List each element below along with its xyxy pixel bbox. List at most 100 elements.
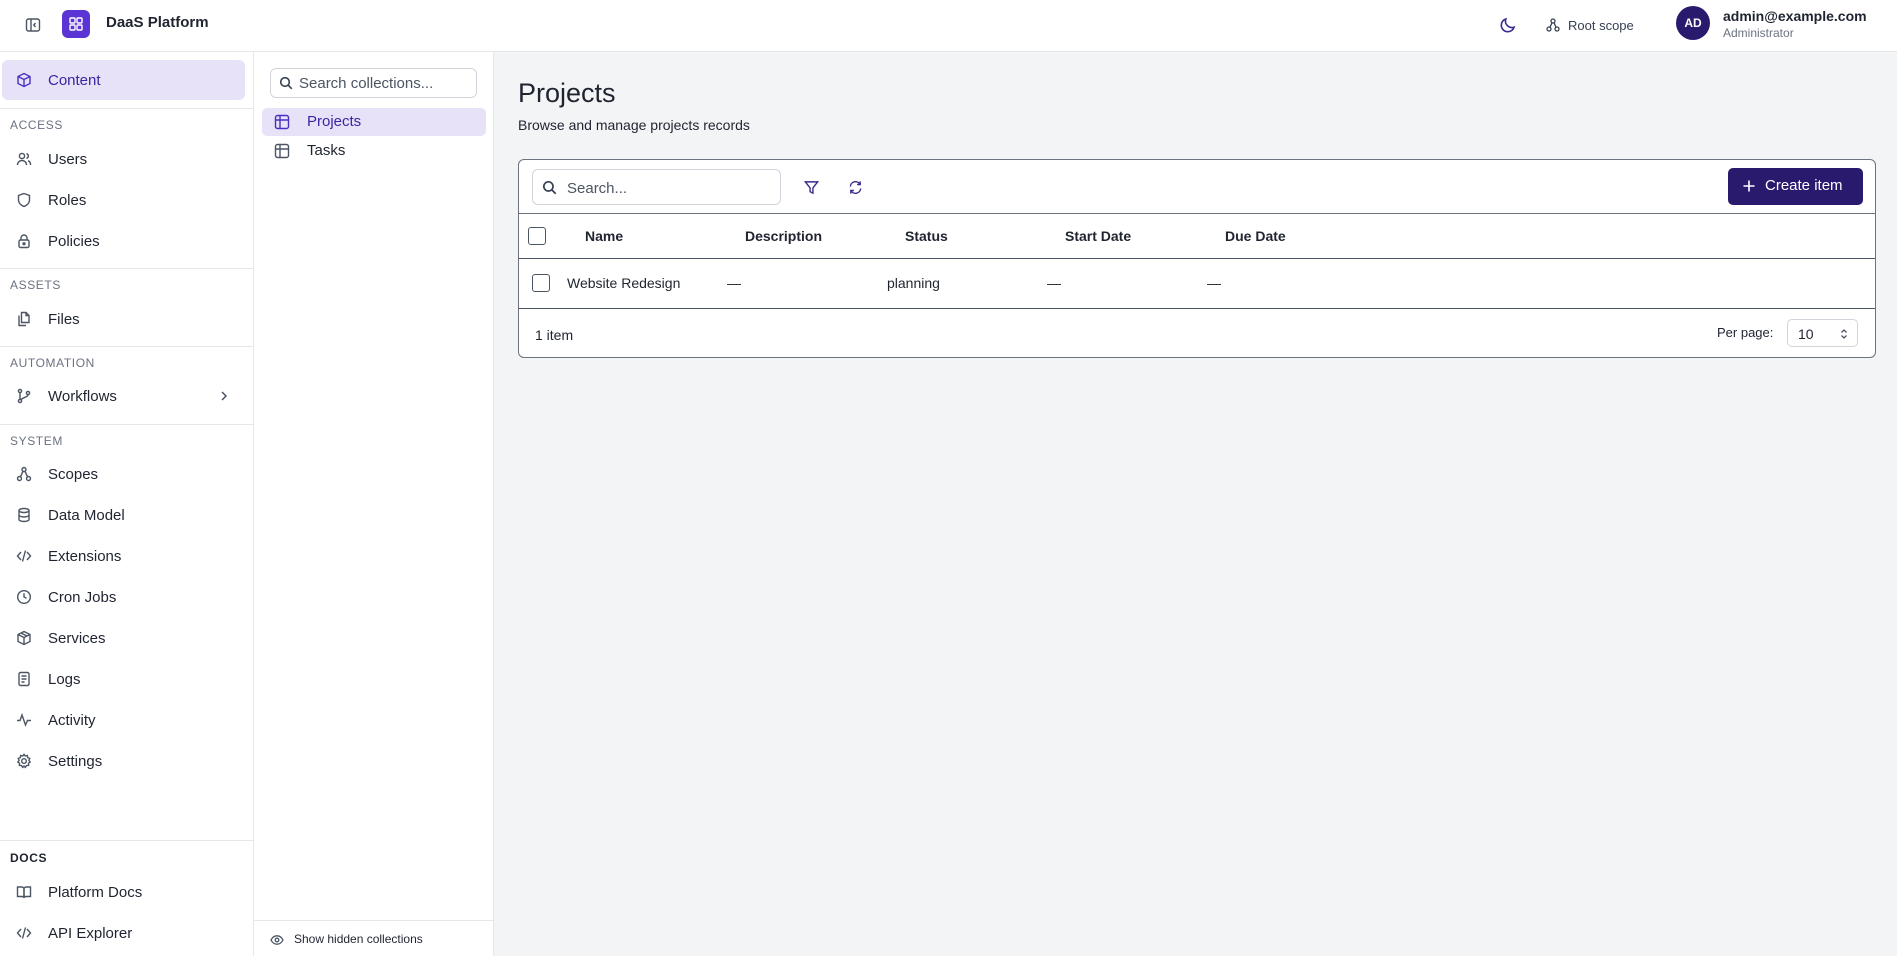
sidebar-item-label: Settings <box>48 752 103 770</box>
sidebar-item-users[interactable]: Users <box>2 139 245 179</box>
top-bar: DaaS Platform Root scope AD admin@exampl… <box>0 0 1897 52</box>
collection-item-tasks[interactable]: Tasks <box>262 137 486 165</box>
user-email: admin@example.com <box>1723 8 1867 24</box>
page-title: Projects <box>518 78 616 108</box>
theme-toggle-moon-icon[interactable] <box>1496 13 1520 37</box>
section-heading-automation: AUTOMATION <box>10 356 95 370</box>
records-table-card: Create item Name Description Status Star… <box>518 159 1876 358</box>
sidebar-item-label: Scopes <box>48 465 99 483</box>
collections-search[interactable] <box>270 68 477 98</box>
collection-item-label: Projects <box>307 113 362 130</box>
chevron-right-icon <box>217 389 231 403</box>
sidebar-item-services[interactable]: Services <box>2 618 245 658</box>
shield-icon <box>16 192 32 208</box>
column-header-description[interactable]: Description <box>745 228 822 244</box>
user-avatar[interactable]: AD <box>1676 6 1710 40</box>
sidebar-item-label: Extensions <box>48 547 122 565</box>
select-all-checkbox[interactable] <box>528 227 546 245</box>
collections-panel: Projects Tasks Show hidden collections <box>254 52 494 956</box>
scopes-icon <box>16 466 32 482</box>
app-logo-icon[interactable] <box>62 10 90 38</box>
sidebar-item-files[interactable]: Files <box>2 299 245 339</box>
clock-icon <box>16 589 32 605</box>
scope-label: Root scope <box>1568 17 1634 33</box>
sidebar-item-content[interactable]: Content <box>2 60 245 100</box>
create-item-button[interactable]: Create item <box>1728 168 1863 205</box>
sidebar-item-api-explorer[interactable]: API Explorer <box>2 913 245 953</box>
sidebar-item-label: Logs <box>48 670 81 688</box>
row-checkbox[interactable] <box>532 274 550 292</box>
gear-icon <box>16 753 32 769</box>
sidebar-item-label: Roles <box>48 191 87 209</box>
per-page-value: 10 <box>1798 326 1814 342</box>
cell-description: — <box>727 275 741 291</box>
sidebar-item-label: Cron Jobs <box>48 588 117 606</box>
column-header-name[interactable]: Name <box>585 228 623 244</box>
section-heading-docs: DOCS <box>10 851 48 865</box>
sidebar-item-logs[interactable]: Logs <box>2 659 245 699</box>
show-hidden-collections-label: Show hidden collections <box>294 932 423 946</box>
user-role: Administrator <box>1723 26 1794 40</box>
sidebar-item-scopes[interactable]: Scopes <box>2 454 245 494</box>
sidebar-item-label: Workflows <box>48 387 117 405</box>
eye-icon <box>270 933 284 947</box>
table-header: Name Description Status Start Date Due D… <box>519 213 1875 259</box>
search-icon <box>279 76 293 90</box>
collections-search-input[interactable] <box>299 73 469 93</box>
sidebar-toggle-icon[interactable] <box>22 14 44 36</box>
sidebar-item-activity[interactable]: Activity <box>2 700 245 740</box>
cell-start-date: — <box>1047 275 1061 291</box>
refresh-icon[interactable] <box>845 177 865 197</box>
activity-icon <box>16 712 32 728</box>
sidebar-item-label: API Explorer <box>48 924 133 942</box>
sidebar-item-label: Activity <box>48 711 96 729</box>
sidebar-item-platform-docs[interactable]: Platform Docs <box>2 872 245 912</box>
database-icon <box>16 507 32 523</box>
column-header-due-date[interactable]: Due Date <box>1225 228 1286 244</box>
files-icon <box>16 311 32 327</box>
cell-status: planning <box>887 275 940 291</box>
sidebar-item-settings[interactable]: Settings <box>2 741 245 781</box>
users-icon <box>16 151 32 167</box>
scope-selector[interactable]: Root scope <box>1546 13 1634 37</box>
item-count: 1 item <box>535 327 574 343</box>
per-page-label: Per page: <box>1717 325 1774 340</box>
sidebar-item-label: Platform Docs <box>48 883 143 901</box>
per-page-select[interactable]: 10 <box>1787 319 1858 347</box>
sidebar-item-label: Content <box>48 71 101 89</box>
app-title: DaaS Platform <box>106 14 209 31</box>
records-search[interactable] <box>532 169 781 205</box>
sidebar-item-policies[interactable]: Policies <box>2 221 245 261</box>
collection-item-projects[interactable]: Projects <box>262 108 486 136</box>
section-heading-access: ACCESS <box>10 118 63 132</box>
sidebar-item-label: Services <box>48 629 106 647</box>
box-icon <box>16 72 32 88</box>
sidebar-item-extensions[interactable]: Extensions <box>2 536 245 576</box>
lock-icon <box>16 233 32 249</box>
cell-name: Website Redesign <box>567 275 681 291</box>
divider <box>0 840 253 841</box>
cell-due-date: — <box>1207 275 1221 291</box>
git-branch-icon <box>16 388 32 404</box>
show-hidden-collections-button[interactable]: Show hidden collections <box>254 920 494 956</box>
sidebar-item-label: Policies <box>48 232 100 250</box>
sidebar-item-workflows[interactable]: Workflows <box>2 376 245 416</box>
column-header-start-date[interactable]: Start Date <box>1065 228 1131 244</box>
sidebar-item-label: Data Model <box>48 506 125 524</box>
scope-icon <box>1546 18 1560 32</box>
code-icon <box>16 548 32 564</box>
document-icon <box>16 671 32 687</box>
page-subtitle: Browse and manage projects records <box>518 117 750 133</box>
table-row[interactable]: Website Redesign — planning — — <box>519 259 1875 309</box>
create-item-label: Create item <box>1765 177 1843 194</box>
sidebar-item-cron-jobs[interactable]: Cron Jobs <box>2 577 245 617</box>
sidebar-item-roles[interactable]: Roles <box>2 180 245 220</box>
package-icon <box>16 630 32 646</box>
records-search-input[interactable] <box>567 178 767 198</box>
divider <box>0 346 253 347</box>
sidebar-item-data-model[interactable]: Data Model <box>2 495 245 535</box>
sidebar: Content ACCESS Users Roles Policies ASSE… <box>0 52 254 956</box>
book-icon <box>16 884 32 900</box>
filter-icon[interactable] <box>801 177 821 197</box>
column-header-status[interactable]: Status <box>905 228 948 244</box>
